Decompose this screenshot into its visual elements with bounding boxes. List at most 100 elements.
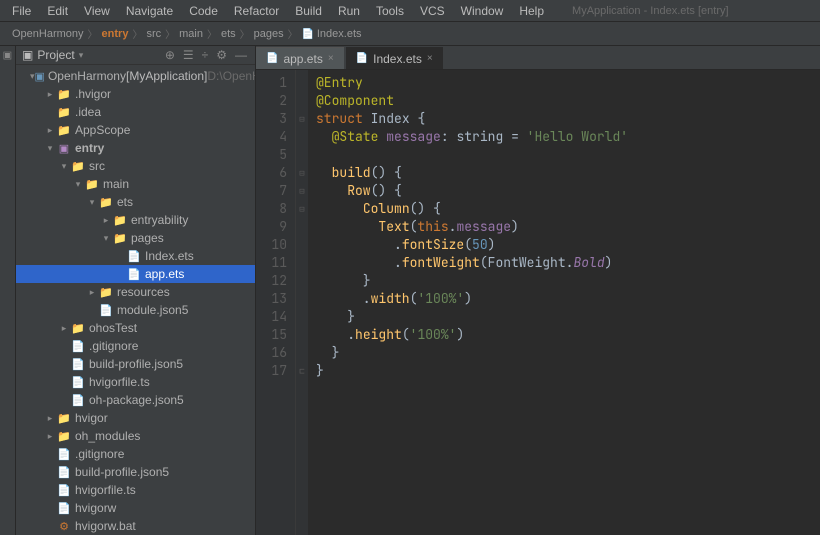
tree-chevron-icon[interactable]: ▸ xyxy=(86,287,98,298)
breadcrumb-item[interactable]: entry xyxy=(98,28,133,40)
code-line[interactable] xyxy=(316,146,812,164)
tree-chevron-icon[interactable]: ▾ xyxy=(44,143,56,154)
tree-row[interactable]: 📄app.ets xyxy=(16,265,255,283)
tree-chevron-icon[interactable]: ▾ xyxy=(72,179,84,190)
breadcrumb-item[interactable]: main xyxy=(175,28,207,40)
breadcrumb-item[interactable]: src xyxy=(142,28,165,40)
breadcrumb-item[interactable]: ets xyxy=(217,28,240,40)
tree-row[interactable]: ▾▣entry xyxy=(16,139,255,157)
menu-code[interactable]: Code xyxy=(181,4,226,18)
tree-chevron-icon[interactable]: ▸ xyxy=(44,125,56,136)
breadcrumb-item[interactable]: pages xyxy=(250,28,288,40)
code-line[interactable]: @State message: string = 'Hello World' xyxy=(316,128,812,146)
minimize-icon[interactable]: — xyxy=(233,46,249,64)
dropdown-chevron-icon[interactable]: ▾ xyxy=(79,50,84,61)
menu-run[interactable]: Run xyxy=(330,4,368,18)
menu-edit[interactable]: Edit xyxy=(39,4,76,18)
tree-row[interactable]: 📄oh-package.json5 xyxy=(16,391,255,409)
menu-tools[interactable]: Tools xyxy=(368,4,412,18)
code-line[interactable]: Row() { xyxy=(316,182,812,200)
code-line[interactable]: struct Index { xyxy=(316,110,812,128)
code-line[interactable]: @Entry xyxy=(316,74,812,92)
tree-row[interactable]: 📄Index.ets xyxy=(16,247,255,265)
code-line[interactable]: @Component xyxy=(316,92,812,110)
code-line[interactable]: } xyxy=(316,308,812,326)
menu-file[interactable]: File xyxy=(4,4,39,18)
editor-tab[interactable]: 📄app.ets× xyxy=(256,47,344,69)
tree-row[interactable]: ▾📁main xyxy=(16,175,255,193)
tree-row[interactable]: 📄.gitignore xyxy=(16,337,255,355)
tree-chevron-icon[interactable]: ▾ xyxy=(86,197,98,208)
code-line[interactable]: } xyxy=(316,272,812,290)
tree-row[interactable]: ▸📁AppScope xyxy=(16,121,255,139)
tree-row[interactable]: 📄build-profile.json5 xyxy=(16,355,255,373)
tree-row[interactable]: 📄hvigorfile.ts xyxy=(16,481,255,499)
tree-row[interactable]: 📄hvigorw xyxy=(16,499,255,517)
close-icon[interactable]: × xyxy=(328,53,334,64)
editor-body[interactable]: 1234567891011121314151617 ⊟⊟⊟⊟⊏ @Entry@C… xyxy=(256,70,820,535)
tree-row[interactable]: ▸📁oh_modules xyxy=(16,427,255,445)
line-number: 4 xyxy=(256,128,287,146)
menu-view[interactable]: View xyxy=(76,4,118,18)
tree-row[interactable]: ⚙hvigorw.bat xyxy=(16,517,255,535)
menu-navigate[interactable]: Navigate xyxy=(118,4,181,18)
locate-icon[interactable]: ⊕ xyxy=(163,46,177,64)
sidebar-title[interactable]: ▣ Project ▾ xyxy=(22,48,163,62)
json-icon: 📄 xyxy=(70,394,86,407)
fold-marker[interactable]: ⊟ xyxy=(296,182,308,200)
tree-label: .hvigor xyxy=(75,87,111,101)
tree-chevron-icon[interactable]: ▾ xyxy=(100,233,112,244)
fold-marker[interactable]: ⊟ xyxy=(296,164,308,182)
tree-row[interactable]: 📄module.json5 xyxy=(16,301,255,319)
code-line[interactable]: .fontWeight(FontWeight.Bold) xyxy=(316,254,812,272)
project-tool-icon[interactable]: ▣ xyxy=(2,50,14,62)
tree-row[interactable]: ▸📁.hvigor xyxy=(16,85,255,103)
menu-refactor[interactable]: Refactor xyxy=(226,4,287,18)
tree-chevron-icon[interactable]: ▸ xyxy=(58,323,70,334)
menu-window[interactable]: Window xyxy=(453,4,512,18)
code-area[interactable]: @Entry@Componentstruct Index { @State me… xyxy=(308,70,820,535)
fold-marker[interactable]: ⊟ xyxy=(296,200,308,218)
fold-gutter[interactable]: ⊟⊟⊟⊟⊏ xyxy=(296,70,308,535)
expand-icon[interactable]: ☰ xyxy=(181,46,196,64)
gear-icon[interactable]: ⚙ xyxy=(214,46,229,64)
tree-row[interactable]: ▾📁pages xyxy=(16,229,255,247)
tree-chevron-icon[interactable]: ▸ xyxy=(44,89,56,100)
code-line[interactable]: } xyxy=(316,344,812,362)
tree-row[interactable]: 📄.gitignore xyxy=(16,445,255,463)
code-line[interactable]: Column() { xyxy=(316,200,812,218)
code-line[interactable]: build() { xyxy=(316,164,812,182)
tree-chevron-icon[interactable]: ▾ xyxy=(58,161,70,172)
code-line[interactable]: .fontSize(50) xyxy=(316,236,812,254)
code-line[interactable]: } xyxy=(316,362,812,380)
tree-row[interactable]: 📁.idea xyxy=(16,103,255,121)
tree-row[interactable]: ▾📁src xyxy=(16,157,255,175)
menu-help[interactable]: Help xyxy=(511,4,552,18)
chevron-right-icon: 〉 xyxy=(207,26,217,41)
close-icon[interactable]: × xyxy=(427,53,433,64)
editor-tab[interactable]: 📄Index.ets× xyxy=(346,47,443,69)
tree-chevron-icon[interactable]: ▸ xyxy=(44,431,56,442)
menu-vcs[interactable]: VCS xyxy=(412,4,453,18)
code-line[interactable]: .width('100%') xyxy=(316,290,812,308)
menu-build[interactable]: Build xyxy=(287,4,330,18)
fold-marker[interactable]: ⊟ xyxy=(296,110,308,128)
tree-chevron-icon[interactable]: ▸ xyxy=(44,413,56,424)
code-line[interactable]: .height('100%') xyxy=(316,326,812,344)
tree-row[interactable]: ▸📁hvigor xyxy=(16,409,255,427)
tree-row[interactable]: ▸📁resources xyxy=(16,283,255,301)
collapse-icon[interactable]: ÷ xyxy=(200,46,211,64)
code-line[interactable]: Text(this.message) xyxy=(316,218,812,236)
tree-row[interactable]: ▸📁entryability xyxy=(16,211,255,229)
project-tree[interactable]: ▾▣OpenHarmony [MyApplication] D:\OpenHar… xyxy=(16,65,255,535)
tree-chevron-icon[interactable]: ▸ xyxy=(100,215,112,226)
fold-marker[interactable]: ⊏ xyxy=(296,362,308,380)
tree-row[interactable]: 📄build-profile.json5 xyxy=(16,463,255,481)
breadcrumb-item[interactable]: 📄 Index.ets xyxy=(298,28,366,40)
tree-row[interactable]: 📄hvigorfile.ts xyxy=(16,373,255,391)
tree-row[interactable]: ▾📁ets xyxy=(16,193,255,211)
ets-icon: 📄 xyxy=(126,250,142,263)
tree-row[interactable]: ▾▣OpenHarmony [MyApplication] D:\OpenHar… xyxy=(16,67,255,85)
breadcrumb-item[interactable]: OpenHarmony xyxy=(8,28,88,40)
tree-row[interactable]: ▸📁ohosTest xyxy=(16,319,255,337)
